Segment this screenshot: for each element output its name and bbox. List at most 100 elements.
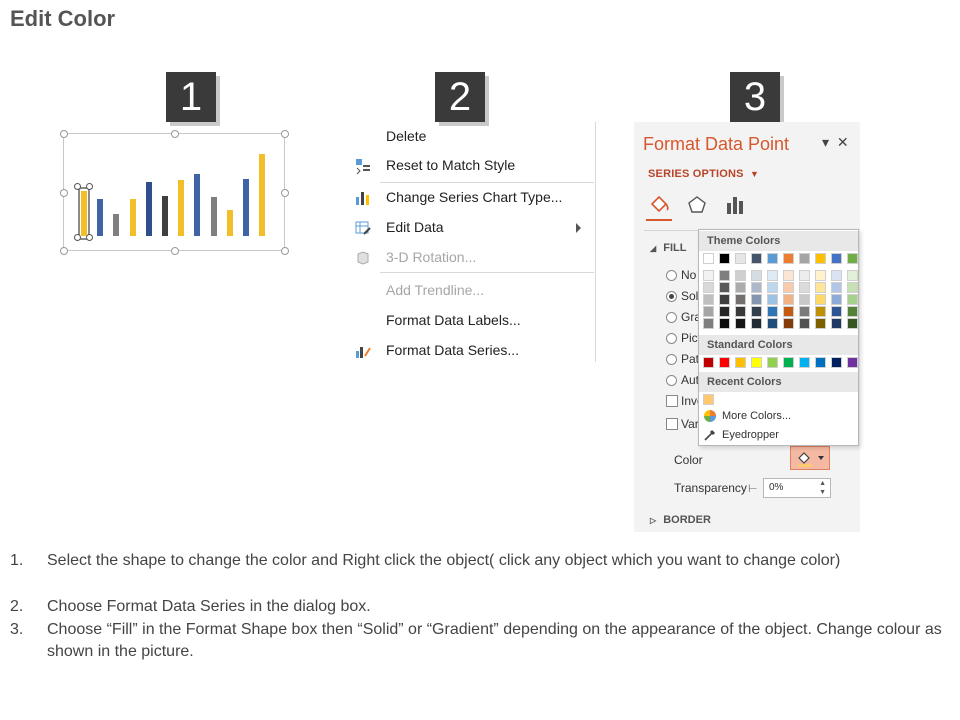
chart-bar[interactable] [243,179,249,236]
chart-bar[interactable] [194,174,201,236]
theme-shade-swatch[interactable] [847,318,858,329]
theme-shade-swatch[interactable] [767,282,778,293]
theme-color-swatch[interactable] [767,253,778,264]
theme-shade-swatch[interactable] [815,306,826,317]
standard-color-swatch[interactable] [719,357,730,368]
theme-shade-swatch[interactable] [831,294,842,305]
theme-shade-swatch[interactable] [831,270,842,281]
more-colors-item[interactable]: More Colors... [703,408,853,426]
transparency-input[interactable]: 0% ▲ ▼ [763,478,831,498]
radio-button[interactable] [666,312,677,323]
menu-item-change-series-chart-type[interactable]: Change Series Chart Type... [348,185,596,211]
theme-shade-swatch[interactable] [815,318,826,329]
border-section-header[interactable]: ▷ BORDER [650,514,711,526]
theme-color-swatch[interactable] [847,253,858,264]
theme-shade-swatch[interactable] [735,306,746,317]
checkbox[interactable] [666,395,678,407]
theme-color-swatch[interactable] [751,253,762,264]
radio-button[interactable] [666,333,677,344]
theme-shade-swatch[interactable] [783,294,794,305]
standard-color-swatch[interactable] [783,357,794,368]
menu-item-format-data-series[interactable]: Format Data Series... [348,338,596,364]
checkbox[interactable] [666,418,678,430]
series-options-dropdown[interactable]: SERIES OPTIONS ▼ [648,168,759,180]
chart-bar[interactable] [226,210,233,236]
menu-item-format-data-labels[interactable]: Format Data Labels... [348,308,596,334]
chart-bar[interactable] [162,196,168,236]
theme-shade-swatch[interactable] [751,306,762,317]
theme-shade-swatch[interactable] [783,318,794,329]
theme-shade-swatch[interactable] [783,270,794,281]
selection-handle[interactable] [74,183,81,190]
menu-item-delete[interactable]: Delete [348,124,596,150]
chart-bar[interactable] [145,182,152,236]
theme-shade-swatch[interactable] [703,318,714,329]
theme-color-swatch[interactable] [815,253,826,264]
menu-item-edit-data[interactable]: Edit Data [348,215,596,241]
eyedropper-item[interactable]: Eyedropper [703,427,853,445]
theme-shade-swatch[interactable] [799,282,810,293]
mini-chart[interactable] [60,130,289,255]
theme-shade-swatch[interactable] [783,306,794,317]
standard-color-swatch[interactable] [831,357,842,368]
theme-shade-swatch[interactable] [799,294,810,305]
fill-section-header[interactable]: ◢ FILL [650,242,686,254]
theme-shade-swatch[interactable] [783,282,794,293]
theme-shade-swatch[interactable] [719,294,730,305]
menu-item-reset-to-match-style[interactable]: Reset to Match Style [348,153,596,179]
theme-shade-swatch[interactable] [767,294,778,305]
theme-shade-swatch[interactable] [831,306,842,317]
chart-bar[interactable] [113,214,120,236]
theme-shade-swatch[interactable] [799,306,810,317]
theme-shade-swatch[interactable] [815,270,826,281]
theme-shade-swatch[interactable] [751,270,762,281]
resize-handle[interactable] [281,130,289,138]
theme-shade-swatch[interactable] [767,318,778,329]
radio-button[interactable] [666,354,677,365]
resize-handle[interactable] [60,189,68,197]
resize-handle[interactable] [171,130,179,138]
resize-handle[interactable] [60,130,68,138]
theme-shade-swatch[interactable] [815,294,826,305]
effects-tab-icon[interactable] [686,194,708,216]
theme-shade-swatch[interactable] [847,306,858,317]
theme-shade-swatch[interactable] [799,318,810,329]
theme-shade-swatch[interactable] [719,318,730,329]
standard-color-swatch[interactable] [767,357,778,368]
theme-shade-swatch[interactable] [703,294,714,305]
theme-shade-swatch[interactable] [847,294,858,305]
radio-button[interactable] [666,375,677,386]
resize-handle[interactable] [281,247,289,255]
standard-color-swatch[interactable] [703,357,714,368]
theme-shade-swatch[interactable] [831,282,842,293]
chart-bar[interactable] [210,197,217,236]
theme-color-swatch[interactable] [735,253,746,264]
resize-handle[interactable] [60,247,68,255]
chart-bar[interactable] [97,199,104,236]
series-options-tab-icon[interactable] [724,194,746,216]
chart-bar[interactable] [259,154,266,236]
theme-shade-swatch[interactable] [735,270,746,281]
close-icon[interactable]: ✕ [837,134,849,150]
transparency-slider[interactable]: ⊢ [748,482,758,495]
theme-shade-swatch[interactable] [719,306,730,317]
theme-shade-swatch[interactable] [735,282,746,293]
fill-color-button[interactable] [790,446,830,470]
theme-shade-swatch[interactable] [703,282,714,293]
chart-bar[interactable] [178,180,185,236]
theme-shade-swatch[interactable] [719,282,730,293]
theme-shade-swatch[interactable] [703,270,714,281]
theme-color-swatch[interactable] [831,253,842,264]
theme-shade-swatch[interactable] [847,270,858,281]
standard-color-swatch[interactable] [815,357,826,368]
theme-shade-swatch[interactable] [767,270,778,281]
chart-bar[interactable] [129,199,136,236]
standard-color-swatch[interactable] [799,357,810,368]
resize-handle[interactable] [281,189,289,197]
theme-shade-swatch[interactable] [815,282,826,293]
selection-handle[interactable] [74,234,81,241]
standard-color-swatch[interactable] [735,357,746,368]
spinner-icon[interactable]: ▲ ▼ [819,479,826,497]
dropdown-icon[interactable]: ▾ [822,134,829,150]
standard-color-swatch[interactable] [847,357,858,368]
